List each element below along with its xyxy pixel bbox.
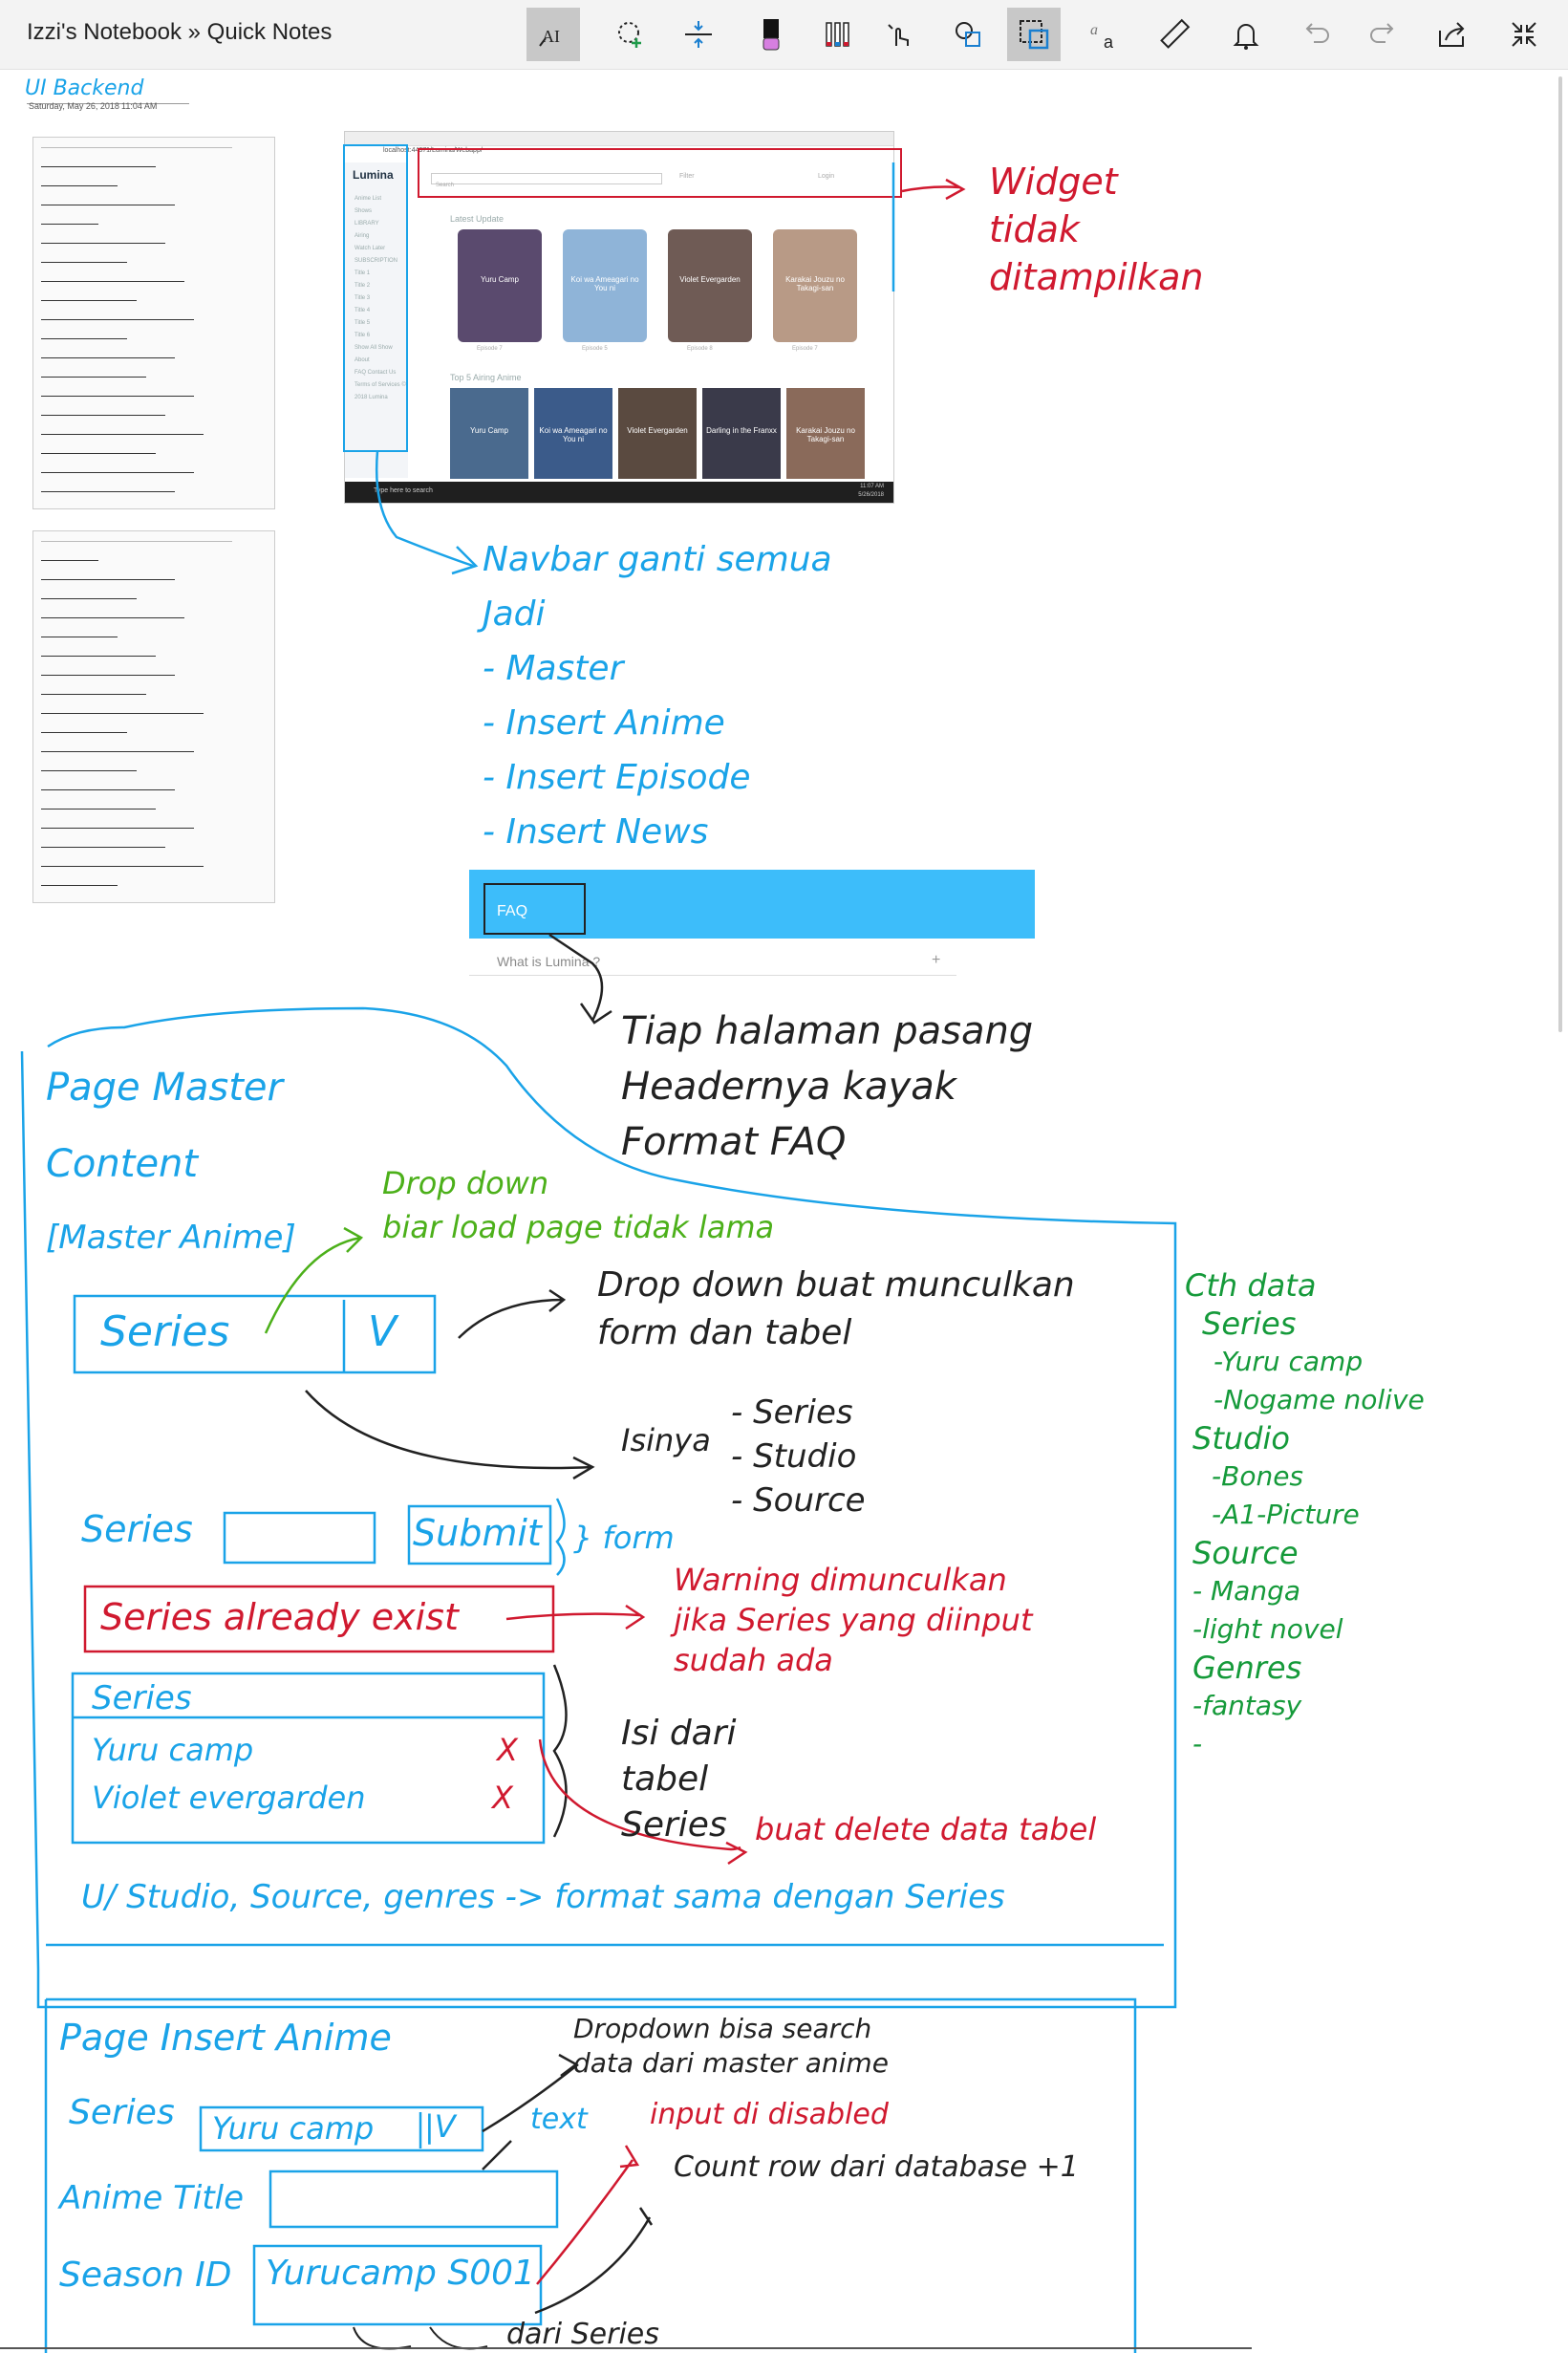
green-note-line-2: biar load page tidak lama — [382, 1209, 775, 1245]
table-note-line-1: Isi dari — [621, 1714, 737, 1753]
dropdown-note-line-2: form dan tabel — [597, 1313, 852, 1352]
widget-note: Widget tidak ditampilkan — [989, 158, 1204, 301]
dropdown-option-studio: - Studio — [731, 1437, 857, 1476]
example-studio-item-2: -A1-Picture — [1212, 1499, 1360, 1530]
dropdown-note-line-1: Drop down buat munculkan — [597, 1265, 1075, 1305]
table-note: Isi dari tabel Series — [621, 1711, 737, 1848]
bottom-note: dari Series — [506, 2318, 659, 2351]
master-dropdown-value[interactable]: Series — [100, 1307, 229, 1356]
warning-text: Series already exist — [100, 1596, 459, 1638]
navbar-note-line-6: - Insert News — [483, 812, 709, 852]
example-series-item-1: -Yuru camp — [1214, 1346, 1364, 1377]
dropdown-option-source: - Source — [731, 1481, 866, 1520]
example-group-source-label: Source — [1192, 1535, 1299, 1571]
faq-arrow — [548, 933, 612, 1025]
widget-highlight-box — [418, 148, 902, 198]
insert-series-note-line-2: data dari master anime — [573, 2047, 889, 2079]
master-anime-label: [Master Anime] — [46, 1219, 296, 1257]
warning-note-line-2: jika Series yang diinput — [674, 1602, 1033, 1638]
ink-strokes — [0, 144, 1252, 2353]
insert-series-value[interactable]: Yuru camp — [212, 2110, 374, 2147]
table-row-1: Yuru camp — [92, 1732, 254, 1768]
master-dropdown-arrow[interactable]: V — [368, 1307, 397, 1356]
insert-series-note-line-1: Dropdown bisa search — [573, 2013, 872, 2044]
navbar-note: Navbar ganti semua Jadi - Master - Inser… — [483, 532, 832, 859]
delete-row-1-icon[interactable]: X — [497, 1732, 518, 1768]
insert-series-arrow[interactable]: |V — [424, 2108, 456, 2145]
dropdown-option-series: - Series — [731, 1393, 853, 1432]
navbar-note-line-5: - Insert Episode — [483, 758, 751, 797]
example-group-studio-label: Studio — [1192, 1420, 1290, 1457]
example-group-genres-label: Genres — [1192, 1650, 1302, 1686]
widget-note-line-2: tidak — [989, 208, 1080, 250]
example-data: Cth data Series -Yuru camp -Nogame noliv… — [1185, 1266, 1425, 1763]
insert-series-note: Dropdown bisa search data dari master an… — [573, 2012, 889, 2081]
footer-note: U/ Studio, Source, genres -> format sama… — [81, 1878, 1005, 1916]
dropdown-note: Drop down buat munculkan form dan tabel — [597, 1262, 1075, 1357]
master-title: Page Master — [46, 1066, 283, 1110]
green-note-line-1: Drop down — [382, 1165, 549, 1201]
delete-note: buat delete data tabel — [755, 1811, 1097, 1847]
example-group-series-label: Series — [1202, 1306, 1297, 1342]
table-note-line-3: Series — [621, 1805, 727, 1845]
text-note: text — [530, 2103, 588, 2136]
navbar-note-line-4: - Insert Anime — [483, 703, 725, 743]
faq-highlight-box — [483, 883, 586, 935]
insert-series-label: Series — [69, 2093, 175, 2132]
widget-note-line-1: Widget — [989, 161, 1118, 203]
form-submit-button[interactable]: Submit — [413, 1512, 542, 1554]
anime-title-box — [268, 2170, 559, 2229]
count-note: Count row dari database +1 — [674, 2150, 1079, 2184]
season-id-label: Season ID — [59, 2256, 232, 2295]
navbar-note-line-1: Navbar ganti semua — [483, 540, 832, 579]
form-note: } form — [573, 1520, 675, 1556]
navbar-note-line-2: Jadi — [483, 594, 546, 634]
widget-arrow — [901, 178, 966, 201]
table-header: Series — [92, 1679, 192, 1717]
example-studio-item-1: -Bones — [1212, 1460, 1304, 1492]
form-series-label: Series — [81, 1508, 193, 1550]
warning-note-line-3: sudah ada — [674, 1642, 833, 1678]
table-note-line-2: tabel — [621, 1759, 709, 1799]
delete-row-2-icon[interactable]: X — [492, 1780, 513, 1816]
series-input-box — [223, 1511, 376, 1565]
example-series-item-2: -Nogame nolive — [1214, 1384, 1425, 1415]
warning-note-line-1: Warning dimunculkan — [674, 1562, 1007, 1598]
green-note: Drop down biar load page tidak lama — [382, 1161, 774, 1249]
navbar-arrow — [375, 450, 479, 575]
navbar-note-line-3: - Master — [483, 649, 624, 688]
table-row-2: Violet evergarden — [92, 1780, 366, 1816]
disabled-note: input di disabled — [650, 2098, 889, 2131]
master-content-label: Content — [46, 1142, 199, 1186]
header-note: Tiap halaman pasang Headernya kayak Form… — [621, 1004, 1033, 1170]
header-note-line-2: Headernya kayak — [621, 1065, 956, 1109]
example-genres-item-2: - — [1192, 1728, 1203, 1759]
example-data-title: Cth data — [1185, 1267, 1317, 1304]
widget-note-line-3: ditampilkan — [989, 256, 1204, 298]
example-genres-item-1: -fantasy — [1192, 1690, 1302, 1721]
example-source-item-1: - Manga — [1192, 1575, 1300, 1607]
isinya-label: Isinya — [621, 1422, 711, 1458]
dropdown-options: - Series - Studio - Source — [731, 1391, 866, 1522]
insert-title: Page Insert Anime — [59, 2017, 392, 2059]
header-note-line-1: Tiap halaman pasang — [621, 1009, 1034, 1053]
season-id-value: Yurucamp S001 — [266, 2254, 535, 2293]
sidebar-highlight-box — [343, 144, 408, 452]
anime-title-label: Anime Title — [59, 2179, 245, 2217]
warning-note: Warning dimunculkan jika Series yang dii… — [674, 1560, 1033, 1680]
example-source-item-2: -light novel — [1192, 1613, 1343, 1645]
